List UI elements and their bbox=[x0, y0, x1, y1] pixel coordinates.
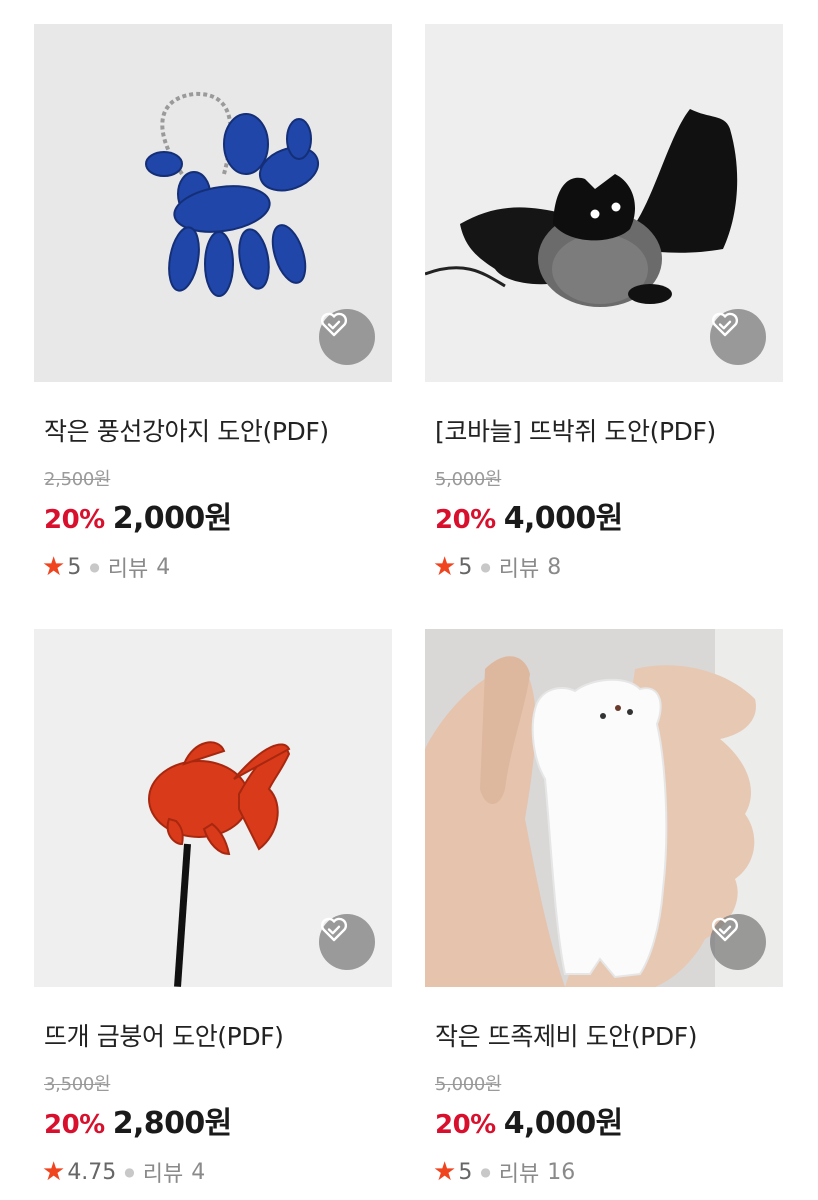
wishlist-button[interactable] bbox=[710, 914, 766, 970]
sale-price: 2,000원 bbox=[112, 501, 233, 536]
discount-rate: 20% bbox=[44, 1110, 105, 1140]
rating-value: 5 bbox=[458, 1159, 473, 1185]
product-image[interactable] bbox=[425, 629, 783, 987]
heart-check-icon bbox=[320, 312, 348, 337]
product-title[interactable]: 뜨개 금붕어 도안(PDF) bbox=[44, 1017, 284, 1053]
star-icon: ★ bbox=[42, 552, 66, 582]
star-icon: ★ bbox=[433, 1157, 457, 1187]
review-count: 4 bbox=[156, 554, 171, 580]
product-title[interactable]: 작은 풍선강아지 도안(PDF) bbox=[44, 412, 329, 448]
price-row: 20% 4,000원 bbox=[435, 1098, 623, 1142]
review-count: 16 bbox=[547, 1159, 576, 1185]
sale-price: 4,000원 bbox=[503, 501, 624, 536]
separator-dot: ● bbox=[480, 1165, 491, 1179]
review-label: 리뷰 bbox=[107, 557, 149, 582]
sale-price: 2,800원 bbox=[112, 1106, 233, 1141]
product-image[interactable] bbox=[34, 24, 392, 382]
review-count: 8 bbox=[547, 554, 562, 580]
product-card[interactable]: 작은 뜨족제비 도안(PDF) 5,000원 20% 4,000원 ★ 5 ● … bbox=[425, 629, 783, 1187]
review-label: 리뷰 bbox=[498, 1162, 540, 1187]
product-title[interactable]: 작은 뜨족제비 도안(PDF) bbox=[435, 1017, 698, 1053]
original-price: 2,500원 bbox=[44, 469, 111, 490]
original-price: 5,000원 bbox=[435, 469, 502, 490]
product-title[interactable]: [코바늘] 뜨박쥐 도안(PDF) bbox=[435, 412, 716, 448]
heart-check-icon bbox=[711, 917, 739, 942]
rating-row: ★ 5 ● 리뷰 4 bbox=[42, 551, 170, 583]
discount-rate: 20% bbox=[435, 1110, 496, 1140]
review-label: 리뷰 bbox=[142, 1162, 184, 1187]
wishlist-button[interactable] bbox=[319, 914, 375, 970]
separator-dot: ● bbox=[124, 1165, 135, 1179]
wishlist-button[interactable] bbox=[710, 309, 766, 365]
heart-check-icon bbox=[320, 917, 348, 942]
rating-value: 4.75 bbox=[67, 1159, 117, 1185]
star-icon: ★ bbox=[42, 1157, 66, 1187]
rating-value: 5 bbox=[458, 554, 473, 580]
review-label: 리뷰 bbox=[498, 557, 540, 582]
separator-dot: ● bbox=[89, 560, 100, 574]
price-row: 20% 4,000원 bbox=[435, 493, 623, 537]
discount-rate: 20% bbox=[44, 505, 105, 535]
product-card[interactable]: [코바늘] 뜨박쥐 도안(PDF) 5,000원 20% 4,000원 ★ 5 … bbox=[425, 24, 783, 582]
heart-check-icon bbox=[711, 312, 739, 337]
product-card[interactable]: 뜨개 금붕어 도안(PDF) 3,500원 20% 2,800원 ★ 4.75 … bbox=[34, 629, 392, 1187]
discount-rate: 20% bbox=[435, 505, 496, 535]
original-price: 5,000원 bbox=[435, 1074, 502, 1095]
rating-row: ★ 5 ● 리뷰 8 bbox=[433, 551, 561, 583]
original-price: 3,500원 bbox=[44, 1074, 111, 1095]
product-grid: 작은 풍선강아지 도안(PDF) 2,500원 20% 2,000원 ★ 5 ●… bbox=[0, 0, 818, 1200]
rating-row: ★ 5 ● 리뷰 16 bbox=[433, 1156, 575, 1188]
product-image[interactable] bbox=[34, 629, 392, 987]
rating-row: ★ 4.75 ● 리뷰 4 bbox=[42, 1156, 205, 1188]
review-count: 4 bbox=[191, 1159, 206, 1185]
price-row: 20% 2,000원 bbox=[44, 493, 232, 537]
price-row: 20% 2,800원 bbox=[44, 1098, 232, 1142]
product-image[interactable] bbox=[425, 24, 783, 382]
sale-price: 4,000원 bbox=[503, 1106, 624, 1141]
rating-value: 5 bbox=[67, 554, 82, 580]
star-icon: ★ bbox=[433, 552, 457, 582]
product-card[interactable]: 작은 풍선강아지 도안(PDF) 2,500원 20% 2,000원 ★ 5 ●… bbox=[34, 24, 392, 582]
separator-dot: ● bbox=[480, 560, 491, 574]
wishlist-button[interactable] bbox=[319, 309, 375, 365]
